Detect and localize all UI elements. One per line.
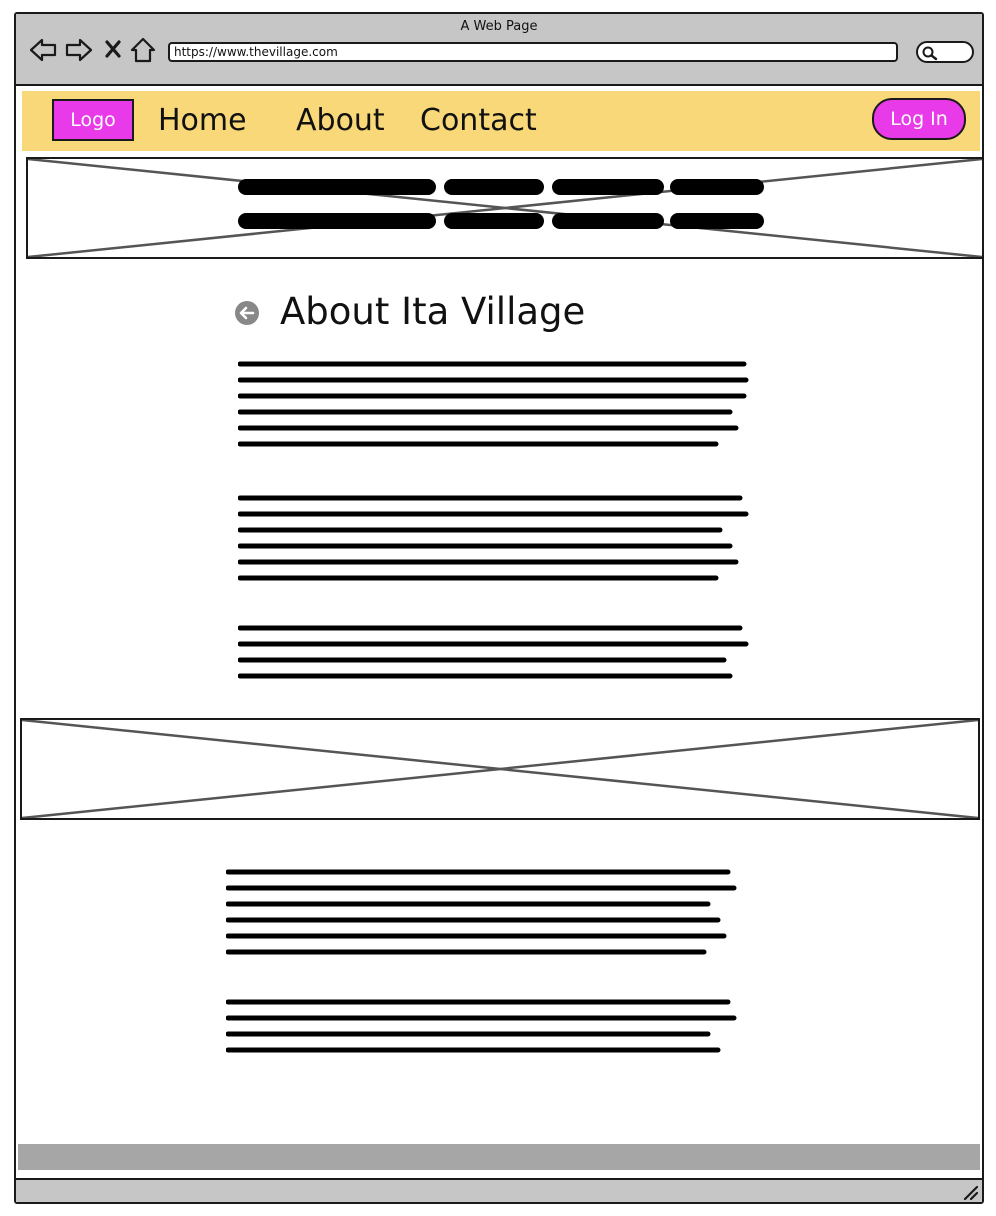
home-icon[interactable] bbox=[128, 36, 158, 64]
resize-grip-icon[interactable] bbox=[962, 1184, 979, 1201]
browser-window: A Web Page https://www.thevillage.com Lo… bbox=[14, 12, 984, 1204]
browser-chrome: A Web Page https://www.thevillage.com bbox=[16, 14, 982, 86]
page-footer bbox=[18, 1144, 980, 1170]
status-bar bbox=[16, 1178, 982, 1202]
paragraph-placeholder-5 bbox=[226, 999, 737, 1053]
forward-arrow-icon[interactable] bbox=[64, 36, 94, 64]
search-field[interactable] bbox=[916, 41, 974, 63]
nav-link-contact[interactable]: Contact bbox=[420, 103, 537, 138]
image-placeholder-icon bbox=[22, 720, 978, 818]
hero-image-placeholder bbox=[26, 157, 984, 259]
paragraph-placeholder-1 bbox=[238, 361, 749, 447]
paragraph-placeholder-3 bbox=[238, 625, 749, 679]
search-icon bbox=[922, 46, 938, 61]
paragraph-placeholder-2 bbox=[238, 495, 749, 581]
image-placeholder-icon bbox=[28, 159, 982, 257]
window-title: A Web Page bbox=[460, 19, 538, 34]
login-button[interactable]: Log In bbox=[872, 98, 966, 140]
nav-link-home[interactable]: Home bbox=[158, 103, 247, 138]
page-title: About Ita Village bbox=[280, 290, 586, 333]
hero-scribble-text bbox=[238, 179, 764, 229]
back-arrow-icon[interactable] bbox=[28, 36, 58, 64]
close-icon[interactable] bbox=[102, 36, 124, 64]
content-image-placeholder bbox=[20, 718, 980, 820]
nav-link-about[interactable]: About bbox=[296, 103, 385, 138]
logo-button[interactable]: Logo bbox=[52, 99, 134, 141]
site-navbar: Logo Home About Contact Log In bbox=[22, 91, 980, 151]
paragraph-placeholder-4 bbox=[226, 869, 737, 955]
back-circle-icon[interactable] bbox=[234, 300, 260, 326]
url-bar[interactable]: https://www.thevillage.com bbox=[168, 42, 898, 62]
